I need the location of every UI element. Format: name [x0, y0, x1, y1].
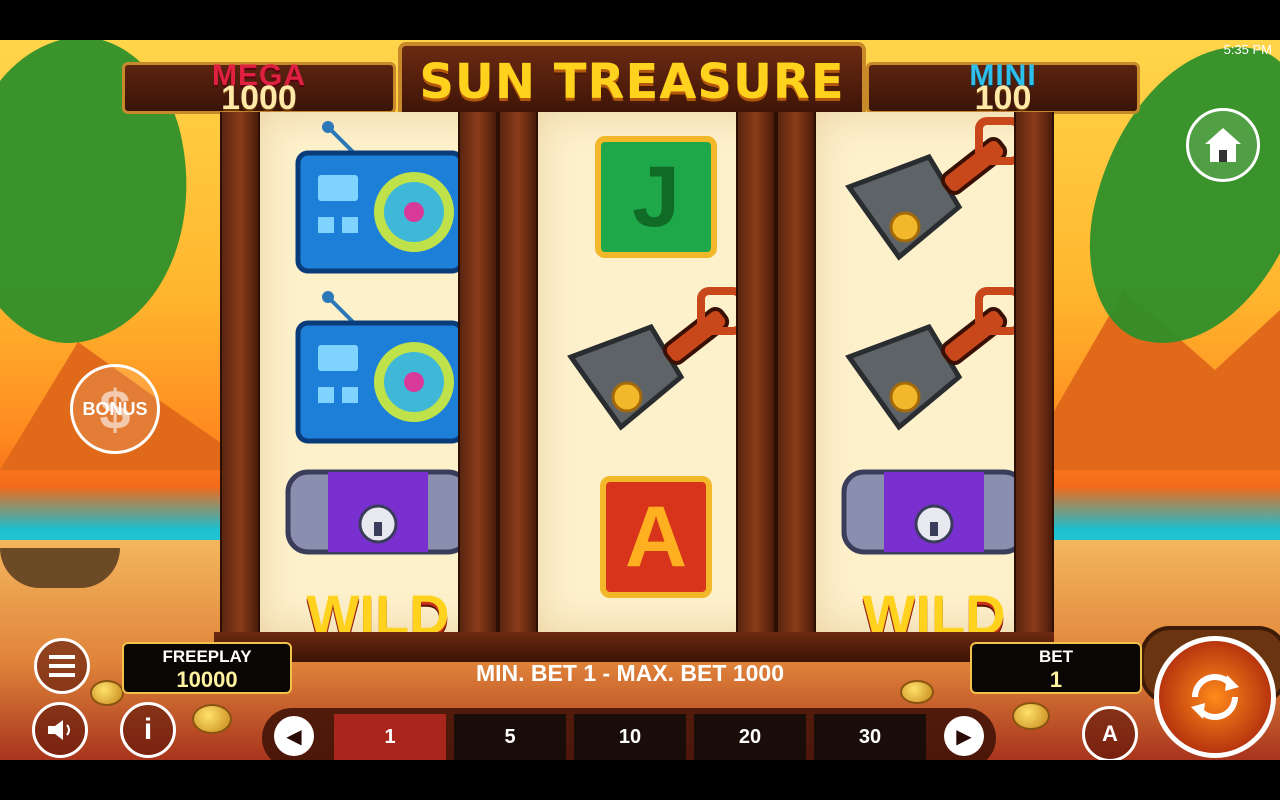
bet-option[interactable]: 10	[574, 714, 686, 760]
home-icon	[1205, 128, 1241, 162]
reel-divider	[458, 112, 498, 660]
radio-icon	[295, 291, 465, 444]
control-panel: FREEPLAY 10000 MIN. BET 1 - MAX. BET 100…	[0, 636, 1280, 760]
sound-button[interactable]	[32, 702, 88, 758]
freeplay-label: FREEPLAY	[162, 647, 252, 666]
bonus-button[interactable]: $ BONUS	[70, 364, 160, 454]
spin-button[interactable]	[1154, 636, 1276, 758]
mini-jackpot: MINI 100	[866, 59, 1140, 117]
bet-range: MIN. BET 1 - MAX. BET 1000	[475, 660, 784, 686]
letter-a: A	[600, 476, 712, 598]
reel-divider	[776, 112, 816, 660]
menu-button[interactable]	[34, 638, 90, 694]
radio-icon	[295, 121, 465, 274]
bet-value: 1	[1049, 667, 1063, 692]
info-icon: i	[143, 713, 153, 746]
bet-label: BET	[1039, 647, 1073, 666]
freeplay-box: FREEPLAY 10000	[122, 642, 292, 694]
bet-option[interactable]: 1	[334, 714, 446, 760]
home-button[interactable]	[1186, 108, 1260, 182]
mega-jackpot: MEGA 1000	[122, 59, 396, 117]
top-status-bar	[0, 0, 1280, 40]
bet-option[interactable]: 30	[814, 714, 926, 760]
info-button[interactable]: i	[120, 702, 176, 758]
sound-icon	[48, 720, 70, 740]
bet-next-button[interactable]: ▶	[944, 716, 984, 756]
status-time: 5:35 PM	[1223, 42, 1272, 57]
bet-option[interactable]: 5	[454, 714, 566, 760]
reel-divider	[736, 112, 776, 660]
logo-plate: SUN TREASURE	[398, 42, 866, 122]
bonus-label: BONUS	[82, 398, 148, 419]
game-scene: MEGA 1000 SUN TREASURE MINI 100 WILD J A…	[0, 40, 1280, 760]
bet-box: BET 1	[970, 642, 1142, 694]
bet-selector: ◀ 1 5 10 20 30 ▶	[262, 708, 996, 760]
chevron-left-icon: ◀	[286, 725, 302, 748]
reel-divider	[220, 112, 260, 660]
shovel-icon	[567, 287, 745, 431]
shovel-icon	[845, 117, 1023, 261]
freeplay-value: 10000	[176, 667, 238, 692]
shovel-icon	[845, 287, 1023, 431]
reel-divider	[1014, 112, 1054, 660]
bet-prev-button[interactable]: ◀	[274, 716, 314, 756]
autoplay-button[interactable]: A	[1082, 706, 1138, 760]
bet-option[interactable]: 20	[694, 714, 806, 760]
spin-icon	[1191, 674, 1239, 720]
reel-area: WILD J A WILD	[214, 112, 1054, 662]
reel-divider	[498, 112, 538, 660]
letter-j: J	[595, 136, 717, 258]
bottom-bar	[0, 760, 1280, 800]
autoplay-icon: A	[1102, 721, 1118, 746]
chevron-right-icon: ▶	[956, 725, 972, 748]
menu-icon	[49, 655, 75, 677]
game-logo: SUN TREASURE	[419, 54, 845, 110]
